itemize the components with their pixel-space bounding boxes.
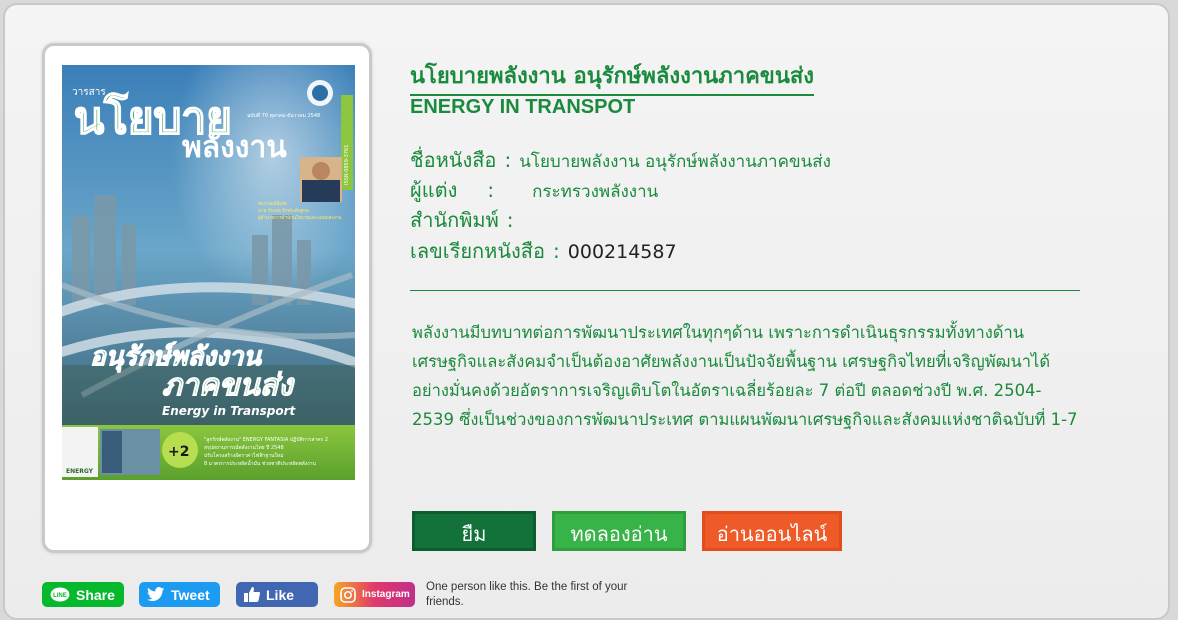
meta-author: ผู้แต่ง: กระทรวงพลังงาน [410,174,658,206]
meta-book-name-label: ชื่อหนังสือ [410,148,497,172]
book-title-en: ENERGY IN TRANSPOT [410,96,636,118]
cover-issue: ฉบับที่ 70 ตุลาคม-ธันวาคม 2548 [247,112,320,119]
meta-book-name-value: นโยบายพลังงาน อนุรักษ์พลังงานภาคขนส่ง [519,152,831,172]
meta-separator: : [553,239,560,263]
meta-call-number: เลขเรียกหนังสือ:000214587 [410,235,677,267]
like-label: Like [266,586,295,603]
meta-separator: : [504,148,512,172]
section-divider [410,290,1080,291]
book-title-th: นโยบายพลังงาน อนุรักษ์พลังงานภาคขนส่ง [410,58,815,96]
thumbs-up-icon [244,587,260,602]
cover-person-name: นาย วีระพล จิรประดิษฐกุล [258,208,309,214]
cover-issn: ISSN 0859-3761 [344,145,350,185]
cover-person-caption: สัมภาษณ์พิเศษ [258,200,287,207]
book-cover-image[interactable]: วารสาร นโยบาย พลังงาน ฉบับที่ 70 ตุลาคม-… [62,65,355,480]
facebook-like-button[interactable]: Like [236,582,318,607]
line-share-button[interactable]: LINE Share [42,582,124,607]
cover-bottom-line1: "ลูกรักษ์พลังงาน" ENERGY FANTASIA ปฏิบัต… [204,436,328,443]
cover-title-line2: พลังงาน [182,130,287,165]
cover-frame: วารสาร นโยบาย พลังงาน ฉบับที่ 70 ตุลาคม-… [42,43,372,553]
cover-bottom-line2: สรุปสถานการณ์พลังงานไทย ปี 2548 [204,444,284,451]
meta-author-label: ผู้แต่ง [410,178,458,202]
meta-separator: : [487,178,495,202]
meta-call-number-value: 000214587 [567,241,677,263]
meta-call-number-label: เลขเรียกหนังสือ [410,239,546,263]
cover-subtitle-line2: ภาคขนส่ง [162,368,295,403]
borrow-button[interactable]: ยืม [412,511,536,551]
instagram-button[interactable]: Instagram [334,582,415,607]
line-share-label: Share [76,586,115,603]
tweet-button[interactable]: Tweet [139,582,220,607]
twitter-bird-icon [147,587,165,602]
instagram-icon [340,586,356,603]
read-online-button[interactable]: อ่านออนไลน์ [702,511,842,551]
meta-author-value: กระทรวงพลังงาน [532,182,659,202]
meta-publisher-label: สำนักพิมพ์ [410,208,499,232]
svg-text:LINE: LINE [53,593,67,599]
tweet-label: Tweet [171,586,210,603]
meta-book-name: ชื่อหนังสือ: นโยบายพลังงาน อนุรักษ์พลังงา… [410,144,831,176]
cover-plus2: +2 [168,444,189,460]
instagram-label: Instagram [362,589,410,600]
trial-read-button[interactable]: ทดลองอ่าน [552,511,686,551]
cover-subtitle-en: Energy in Transport [162,404,297,418]
cover-energy-logo: ENERGY [66,468,94,475]
book-description: พลังงานมีบทบาทต่อการพัฒนาประเทศในทุกๆด้า… [412,323,1078,429]
cover-person-title: ผู้อำนวยการสำนักนโยบายและแผนพลังงาน [258,214,341,221]
line-icon: LINE [50,587,70,603]
meta-publisher: สำนักพิมพ์: [410,204,522,236]
cover-bottom-line3: ปรับโครงสร้างอัตราค่าไฟฟ้าฐานใหม่ [204,452,284,459]
facebook-like-count-text: One person like this. Be the first of yo… [426,581,628,608]
meta-separator: : [506,208,514,232]
